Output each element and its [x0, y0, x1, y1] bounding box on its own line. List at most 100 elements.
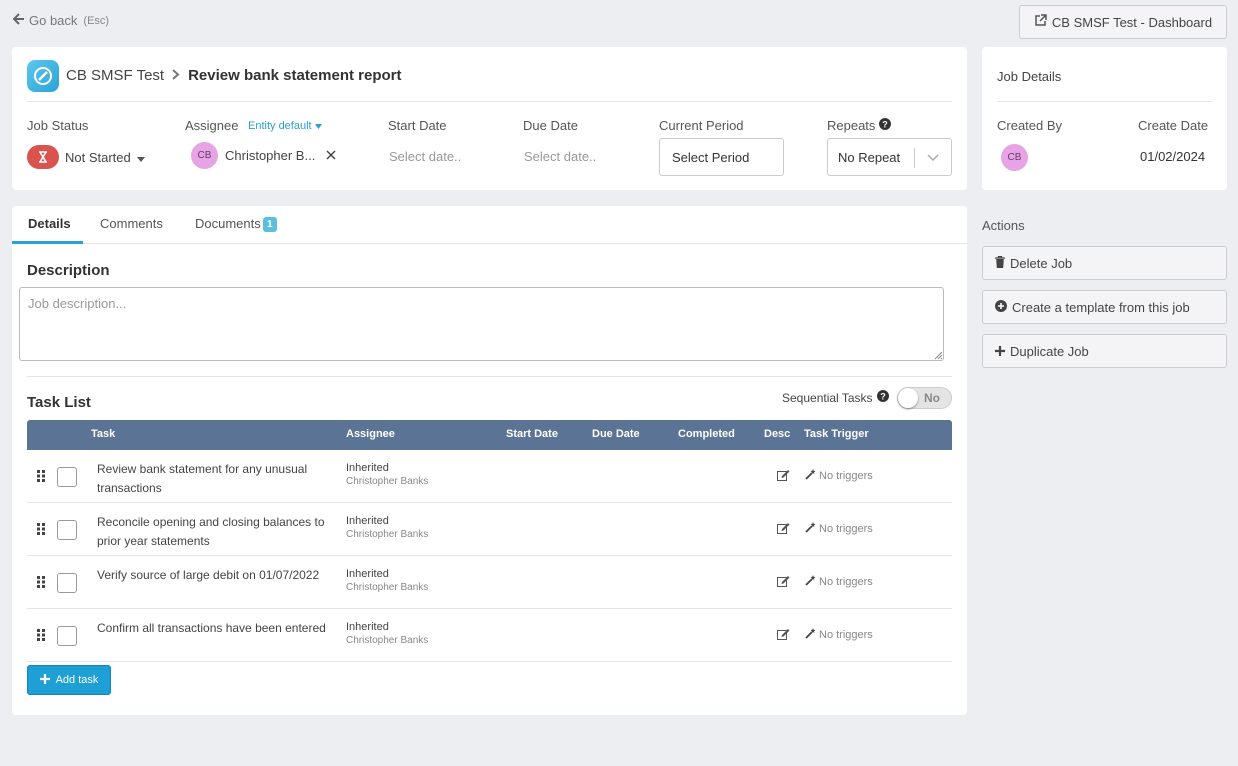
task-trigger-label: No triggers [819, 523, 873, 535]
start-date-label: Start Date [388, 118, 447, 133]
task-trigger[interactable]: No triggers [805, 628, 873, 642]
edit-icon[interactable] [777, 574, 790, 592]
avatar: CB [191, 142, 218, 169]
esc-hint: (Esc) [83, 14, 110, 27]
task-name[interactable]: Confirm all transactions have been enter… [97, 619, 332, 638]
tab-details[interactable]: Details [28, 216, 71, 231]
column-header-desc: Desc [764, 428, 791, 440]
task-assignee-name: Christopher Banks [346, 582, 429, 593]
task-trigger[interactable]: No triggers [805, 522, 873, 536]
task-name[interactable]: Review bank statement for any unusual tr… [97, 460, 332, 498]
page-title: Review bank statement report [188, 67, 402, 84]
task-trigger[interactable]: No triggers [805, 469, 873, 483]
tab-documents-label: Documents [195, 216, 261, 231]
resize-handle-icon[interactable] [933, 347, 943, 365]
repeats-label: Repeats [827, 118, 876, 133]
sequential-tasks-toggle[interactable]: No [897, 387, 952, 409]
sequential-tasks-label-group: Sequential Tasks ? [782, 390, 889, 405]
job-details-card: Job Details Created By Create Date CB 01… [982, 47, 1227, 190]
duplicate-job-button[interactable]: Duplicate Job [982, 334, 1227, 368]
task-name[interactable]: Reconcile opening and closing balances t… [97, 513, 332, 551]
magic-wand-icon [805, 575, 816, 589]
create-template-button[interactable]: Create a template from this job [982, 290, 1227, 324]
column-header-start-date: Start Date [506, 428, 558, 440]
table-row: Review bank statement for any unusual tr… [27, 450, 952, 503]
current-period-select[interactable]: Select Period [659, 138, 784, 176]
start-date-input[interactable]: Select date.. [389, 149, 461, 164]
column-header-completed: Completed [678, 428, 735, 440]
edit-icon[interactable] [777, 468, 790, 486]
go-back-label: Go back [29, 13, 78, 28]
job-details-title: Job Details [997, 69, 1062, 84]
description-title: Description [27, 262, 110, 279]
divider [12, 243, 967, 244]
divider [27, 101, 952, 102]
created-by-label: Created By [997, 118, 1063, 133]
drag-handle-icon[interactable] [37, 522, 45, 540]
edit-icon[interactable] [777, 627, 790, 645]
breadcrumb: CB SMSF Test Review bank statement repor… [66, 67, 402, 84]
assignee-name: Christopher B... [225, 148, 316, 163]
entity-logo-icon [27, 60, 59, 92]
column-header-due-date: Due Date [592, 428, 640, 440]
plus-circle-icon [995, 299, 1007, 315]
plus-icon [995, 344, 1005, 359]
plus-icon [39, 673, 50, 687]
divider [914, 148, 915, 168]
task-checkbox[interactable] [57, 573, 77, 593]
entity-default-label: Entity default [248, 120, 312, 132]
repeats-select[interactable]: No Repeat [827, 138, 952, 176]
task-name[interactable]: Verify source of large debit on 01/07/20… [97, 566, 332, 585]
job-header-card: CB SMSF Test Review bank statement repor… [12, 47, 967, 190]
job-main-card: Details Comments Documents 1 Description … [12, 206, 967, 715]
tab-documents[interactable]: Documents 1 [195, 216, 277, 232]
tab-comments[interactable]: Comments [100, 216, 163, 231]
help-icon[interactable]: ? [879, 118, 892, 133]
table-row: Confirm all transactions have been enter… [27, 609, 952, 662]
breadcrumb-org[interactable]: CB SMSF Test [66, 67, 164, 84]
create-date-label: Create Date [1138, 118, 1209, 133]
active-tab-indicator [12, 241, 83, 244]
help-icon[interactable]: ? [876, 390, 889, 405]
description-textarea[interactable]: Job description... [19, 287, 944, 361]
arrow-left-icon [12, 13, 25, 28]
dashboard-button[interactable]: CB SMSF Test - Dashboard [1019, 5, 1227, 39]
repeats-label-group: Repeats ? [827, 118, 892, 133]
due-date-label: Due Date [523, 118, 578, 133]
delete-job-label: Delete Job [1010, 255, 1073, 271]
delete-job-button[interactable]: Delete Job [982, 246, 1227, 280]
column-header-task: Task [91, 428, 116, 440]
close-icon[interactable] [326, 148, 336, 163]
divider [27, 376, 952, 377]
drag-handle-icon[interactable] [37, 575, 45, 593]
edit-icon[interactable] [777, 521, 790, 539]
magic-wand-icon [805, 469, 816, 483]
job-status-dropdown[interactable]: Not Started [27, 145, 145, 169]
assignee-label: Assignee [185, 118, 239, 133]
task-checkbox[interactable] [57, 626, 77, 646]
avatar: CB [1001, 144, 1028, 171]
drag-handle-icon[interactable] [37, 469, 45, 487]
task-assignee-type: Inherited [346, 462, 389, 474]
due-date-input[interactable]: Select date.. [524, 149, 596, 164]
task-checkbox[interactable] [57, 520, 77, 540]
task-list-title: Task List [27, 394, 91, 411]
dashboard-button-label: CB SMSF Test - Dashboard [1051, 14, 1213, 30]
task-checkbox[interactable] [57, 467, 77, 487]
assignee-select[interactable]: CB Christopher B... [191, 142, 336, 169]
create-date-value: 01/02/2024 [1140, 149, 1206, 164]
task-trigger-label: No triggers [819, 629, 873, 641]
go-back-link[interactable]: Go back (Esc) [12, 13, 110, 28]
repeats-value: No Repeat [838, 149, 901, 165]
trash-icon [995, 255, 1005, 271]
task-assignee-type: Inherited [346, 568, 389, 580]
task-assignee-name: Christopher Banks [346, 476, 429, 487]
toggle-label: No [924, 391, 940, 405]
job-status-label: Job Status [27, 118, 89, 133]
drag-handle-icon[interactable] [37, 628, 45, 646]
column-header-task-trigger: Task Trigger [804, 428, 869, 440]
task-trigger[interactable]: No triggers [805, 575, 873, 589]
table-row: Verify source of large debit on 01/07/20… [27, 556, 952, 609]
add-task-button[interactable]: Add task [27, 665, 111, 695]
entity-default-dropdown[interactable]: Entity default [248, 120, 322, 132]
